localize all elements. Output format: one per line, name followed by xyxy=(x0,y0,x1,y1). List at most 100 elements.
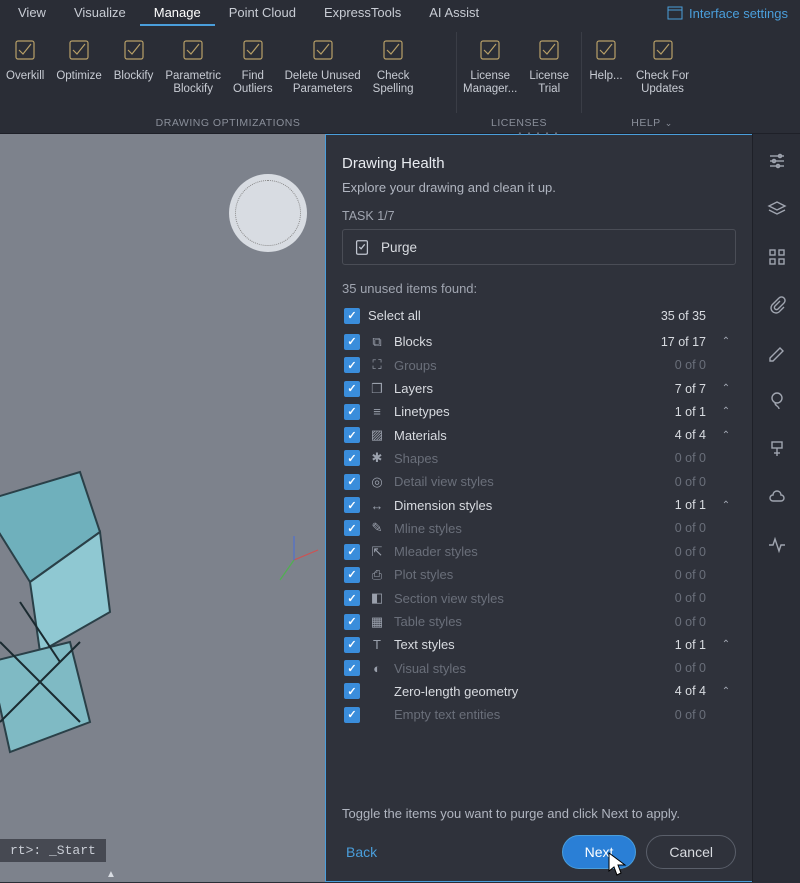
interface-settings-label: Interface settings xyxy=(689,6,788,21)
ribbon-parametric-blockify[interactable]: ParametricBlockify xyxy=(159,30,227,96)
category-icon: ◐ xyxy=(368,661,386,676)
workarea: rt>: _Start ▲ • • • • • Drawing Health E… xyxy=(0,134,752,882)
purge-item-visual-styles[interactable]: ◐Visual styles0 of 0 xyxy=(342,656,736,679)
grid-icon[interactable] xyxy=(766,246,788,268)
checkbox-icon[interactable] xyxy=(344,660,360,676)
checkbox-icon[interactable] xyxy=(344,381,360,397)
ribbon-find-outliers[interactable]: FindOutliers xyxy=(227,30,279,96)
purge-item-text-styles[interactable]: TText styles1 of 1⌃ xyxy=(342,633,736,656)
viewcube[interactable] xyxy=(229,174,307,252)
cloud-icon[interactable] xyxy=(766,486,788,508)
category-icon: ⧉ xyxy=(368,334,386,350)
purge-item-dimension-styles[interactable]: ↔Dimension styles1 of 1⌃ xyxy=(342,493,736,516)
purge-item-zero-length-geometry[interactable]: Zero-length geometry4 of 4⌃ xyxy=(342,680,736,703)
chevron-up-icon[interactable]: ⌃ xyxy=(720,383,732,394)
menu-tab-view[interactable]: View xyxy=(4,1,60,26)
purge-item-detail-view-styles[interactable]: ◎Detail view styles0 of 0 xyxy=(342,470,736,493)
panel-subtitle: Explore your drawing and clean it up. xyxy=(342,180,736,195)
ribbon-help[interactable]: Help... xyxy=(582,30,630,83)
chevron-up-icon[interactable]: ⌃ xyxy=(720,430,732,441)
pencil-ruler-icon[interactable] xyxy=(766,342,788,364)
purge-item-table-styles[interactable]: ▦Table styles0 of 0 xyxy=(342,610,736,633)
ribbon-check-spelling[interactable]: CheckSpelling xyxy=(367,30,420,96)
activity-icon[interactable] xyxy=(766,534,788,556)
checkbox-icon[interactable] xyxy=(344,497,360,513)
checkbox-icon[interactable] xyxy=(344,450,360,466)
purge-item-layers[interactable]: ❒Layers7 of 7⌃ xyxy=(342,377,736,400)
purge-item-linetypes[interactable]: ≡Linetypes1 of 1⌃ xyxy=(342,400,736,423)
purge-item-list: Select all 35 of 35 ⧉Blocks17 of 17⌃⛶Gro… xyxy=(342,304,736,794)
item-count: 0 of 0 xyxy=(675,358,706,372)
item-count: 7 of 7 xyxy=(675,382,706,396)
category-icon: ✱ xyxy=(368,450,386,466)
checkbox-icon[interactable] xyxy=(344,567,360,583)
purge-item-materials[interactable]: ▨Materials4 of 4⌃ xyxy=(342,423,736,446)
checkbox-icon[interactable] xyxy=(344,614,360,630)
axis-gizmo[interactable] xyxy=(264,530,324,590)
checkbox-icon[interactable] xyxy=(344,334,360,350)
task-name: Purge xyxy=(381,240,417,255)
checkbox-icon[interactable] xyxy=(344,520,360,536)
chevron-up-icon[interactable]: ⌃ xyxy=(720,406,732,417)
item-count: 0 of 0 xyxy=(675,475,706,489)
layout-arrow-icon[interactable]: ▲ xyxy=(106,869,116,880)
ribbon-blockify[interactable]: Blockify xyxy=(108,30,160,83)
sliders-icon[interactable] xyxy=(766,150,788,172)
purge-item-groups[interactable]: ⛶Groups0 of 0 xyxy=(342,354,736,377)
chevron-up-icon[interactable]: ⌃ xyxy=(720,686,732,697)
purge-item-empty-text-entities[interactable]: Empty text entities0 of 0 xyxy=(342,703,736,726)
checkbox-icon[interactable] xyxy=(344,427,360,443)
purge-item-mline-styles[interactable]: ✎Mline styles0 of 0 xyxy=(342,517,736,540)
back-button[interactable]: Back xyxy=(342,838,381,866)
menubar: ViewVisualizeManagePoint CloudExpressToo… xyxy=(0,0,800,26)
checkbox-icon[interactable] xyxy=(344,474,360,490)
select-all-row[interactable]: Select all 35 of 35 xyxy=(342,304,736,327)
balloon-icon[interactable] xyxy=(766,390,788,412)
drawing-canvas[interactable]: rt>: _Start ▲ xyxy=(0,134,325,882)
item-label: Visual styles xyxy=(394,661,667,676)
ribbon-check-for-updates[interactable]: Check ForUpdates xyxy=(630,30,695,96)
purge-item-plot-styles[interactable]: ⎙Plot styles0 of 0 xyxy=(342,563,736,586)
checkbox-icon[interactable] xyxy=(344,308,360,324)
menu-tab-point-cloud[interactable]: Point Cloud xyxy=(215,1,310,26)
paperclip-icon[interactable] xyxy=(766,294,788,316)
ribbon-license-trial[interactable]: LicenseTrial xyxy=(523,30,575,96)
purge-item-blocks[interactable]: ⧉Blocks17 of 17⌃ xyxy=(342,330,736,353)
menu-tab-expresstools[interactable]: ExpressTools xyxy=(310,1,415,26)
item-label: Layers xyxy=(394,381,667,396)
menu-tab-manage[interactable]: Manage xyxy=(140,1,215,26)
ribbon-license-manager[interactable]: LicenseManager... xyxy=(457,30,523,96)
checkbox-icon[interactable] xyxy=(344,544,360,560)
item-count: 4 of 4 xyxy=(675,684,706,698)
drag-grip-icon[interactable]: • • • • • xyxy=(519,129,560,138)
item-label: Empty text entities xyxy=(394,707,667,722)
menu-tab-visualize[interactable]: Visualize xyxy=(60,1,140,26)
ribbon-overkill[interactable]: Overkill xyxy=(0,30,50,83)
chevron-up-icon[interactable]: ⌃ xyxy=(720,639,732,650)
next-button[interactable]: Next xyxy=(562,835,637,869)
menu-tab-ai-assist[interactable]: AI Assist xyxy=(415,1,493,26)
checkbox-icon[interactable] xyxy=(344,357,360,373)
chevron-up-icon[interactable]: ⌃ xyxy=(720,500,732,511)
category-icon: ≡ xyxy=(368,404,386,419)
ribbon-optimize[interactable]: Optimize xyxy=(50,30,107,83)
purge-item-mleader-styles[interactable]: ⇱Mleader styles0 of 0 xyxy=(342,540,736,563)
purge-item-section-view-styles[interactable]: ◧Section view styles0 of 0 xyxy=(342,587,736,610)
checkbox-icon[interactable] xyxy=(344,707,360,723)
ribbon-group-licenses: LicenseManager...LicenseTrial LICENSES xyxy=(457,26,581,133)
brush-icon[interactable] xyxy=(766,438,788,460)
checkbox-icon[interactable] xyxy=(344,683,360,699)
interface-settings-link[interactable]: Interface settings xyxy=(667,5,796,21)
cancel-button[interactable]: Cancel xyxy=(646,835,736,869)
layers-icon[interactable] xyxy=(766,198,788,220)
checkbox-icon[interactable] xyxy=(344,637,360,653)
checkbox-icon[interactable] xyxy=(344,590,360,606)
checkbox-icon[interactable] xyxy=(344,404,360,420)
command-line[interactable]: rt>: _Start xyxy=(0,839,106,862)
item-label: Groups xyxy=(394,358,667,373)
chevron-up-icon[interactable]: ⌃ xyxy=(720,336,732,347)
item-count: 1 of 1 xyxy=(675,638,706,652)
ribbon-delete-unused-parameters[interactable]: Delete UnusedParameters xyxy=(279,30,367,96)
item-count: 0 of 0 xyxy=(675,591,706,605)
purge-item-shapes[interactable]: ✱Shapes0 of 0 xyxy=(342,447,736,470)
